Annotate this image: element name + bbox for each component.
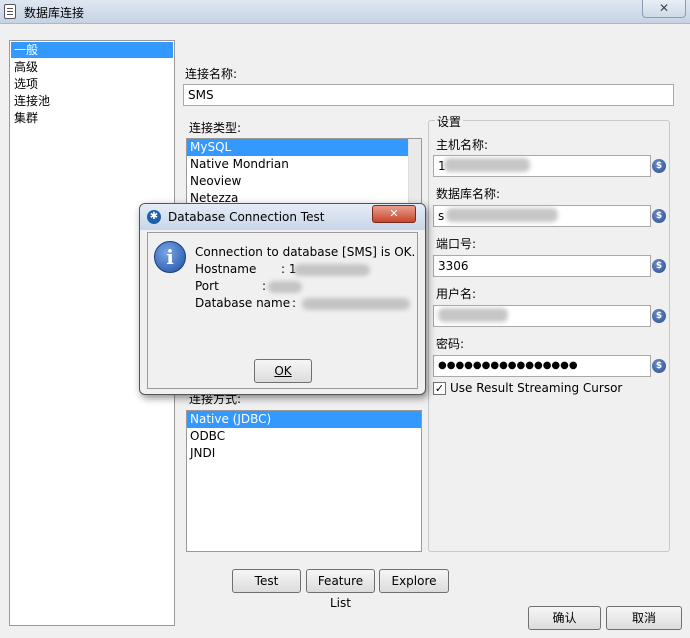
redacted-blur [438, 308, 508, 322]
window-title: 数据库连接 [24, 6, 85, 20]
port-label: Port [195, 279, 219, 293]
dialog-title: Database Connection Test [168, 210, 325, 224]
list-item[interactable]: Native (JDBC) [187, 411, 421, 428]
list-item[interactable]: Neoview [187, 173, 421, 190]
dbname-label: 数据库名称: [436, 187, 501, 201]
dialog-close-button[interactable]: ✕ [372, 205, 416, 223]
connection-name-label: 连接名称: [185, 67, 238, 81]
streaming-cursor-checkbox[interactable]: ✓ [433, 382, 446, 395]
redacted-blur [446, 208, 558, 222]
port-label: 端口号: [436, 237, 477, 251]
pentaho-icon: ✱ [147, 210, 161, 224]
list-item[interactable]: ODBC [187, 428, 421, 445]
database-icon [4, 4, 16, 19]
dialog-title-bar: ✱ Database Connection Test ✕ [140, 204, 425, 230]
list-item[interactable]: Native Mondrian [187, 156, 421, 173]
connection-type-label: 连接类型: [189, 121, 242, 135]
host-label: 主机名称: [436, 138, 489, 152]
dbname-label: Database name [195, 296, 291, 310]
user-label: 用户名: [436, 287, 477, 301]
dialog-ok-button[interactable]: OK [254, 359, 312, 383]
dbname-value: : [292, 296, 297, 310]
nav-item-options[interactable]: 选项 [11, 76, 173, 92]
window-close-button[interactable]: ✕ [642, 0, 686, 18]
nav-item-advanced[interactable]: 高级 [11, 59, 173, 75]
test-button[interactable]: Test [232, 569, 301, 593]
redacted-blur [294, 264, 370, 276]
redacted-blur [268, 281, 302, 293]
connection-name-input[interactable]: SMS [183, 84, 674, 106]
port-input[interactable]: 3306 [433, 255, 651, 277]
variable-icon[interactable]: $ [652, 309, 666, 323]
password-input[interactable]: ●●●●●●●●●●●●●●●● [433, 355, 651, 377]
variable-icon[interactable]: $ [652, 209, 666, 223]
title-bar: 数据库连接 ✕ [0, 0, 690, 24]
ok-label: OK [274, 364, 292, 378]
feature-list-button[interactable]: Feature List [306, 569, 375, 610]
port-value: : [262, 279, 267, 293]
nav-item-pooling[interactable]: 连接池 [11, 93, 173, 109]
nav-item-general[interactable]: 一般 [11, 42, 173, 58]
connection-type-list[interactable]: MySQL Native Mondrian Neoview Netezza [186, 138, 422, 208]
redacted-blur [302, 298, 410, 310]
cancel-button[interactable]: 取消 [606, 606, 682, 630]
connection-test-dialog: ✱ Database Connection Test ✕ i Connectio… [139, 203, 426, 395]
list-item[interactable]: JNDI [187, 445, 421, 462]
variable-icon[interactable]: $ [652, 359, 666, 373]
info-icon: i [154, 241, 186, 273]
dialog-body: i Connection to database [SMS] is OK. Ho… [147, 232, 418, 389]
streaming-cursor-label: Use Result Streaming Cursor [450, 381, 623, 395]
variable-icon[interactable]: $ [652, 159, 666, 173]
list-item[interactable]: MySQL [187, 139, 421, 156]
settings-legend: 设置 [435, 113, 464, 130]
explore-button[interactable]: Explore [379, 569, 449, 593]
connection-type-scrollbar[interactable] [408, 139, 421, 207]
password-label: 密码: [436, 337, 465, 351]
dialog-message: Connection to database [SMS] is OK. [195, 245, 416, 259]
confirm-button[interactable]: 确认 [528, 606, 601, 630]
redacted-blur [444, 158, 530, 172]
nav-item-cluster[interactable]: 集群 [11, 110, 173, 126]
database-connection-window: 数据库连接 ✕ 一般 高级 选项 连接池 集群 连接名称: SMS 连接类型: … [0, 0, 690, 638]
variable-icon[interactable]: $ [652, 259, 666, 273]
access-type-list[interactable]: Native (JDBC) ODBC JNDI [186, 410, 422, 552]
hostname-label: Hostname [195, 262, 257, 276]
